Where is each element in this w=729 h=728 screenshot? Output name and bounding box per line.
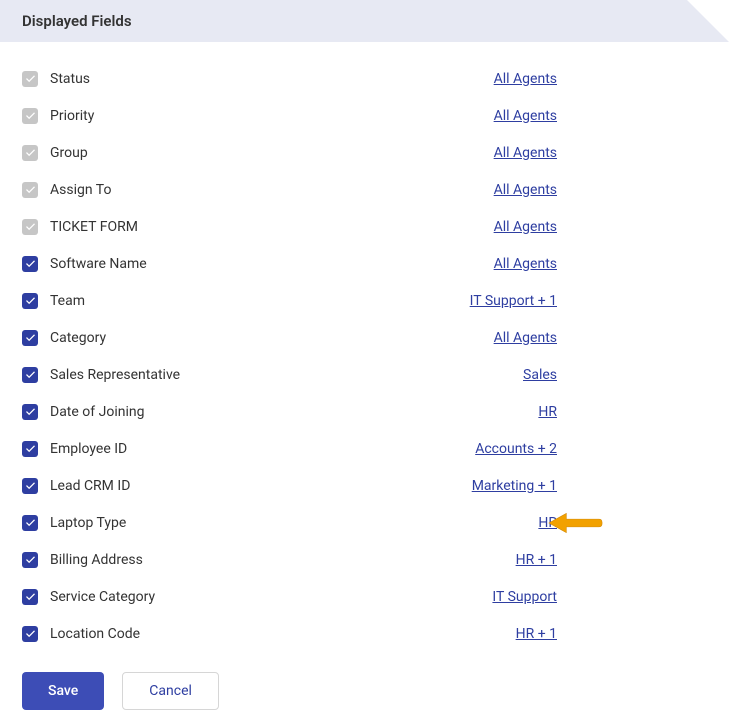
scope-link[interactable]: All Agents xyxy=(494,256,557,272)
field-checkbox xyxy=(22,145,38,161)
field-checkbox[interactable] xyxy=(22,515,38,531)
field-row: Billing Address HR + 1 xyxy=(22,541,707,578)
field-scope: HR + 1 xyxy=(516,552,707,568)
field-row: Software Name All Agents xyxy=(22,245,707,282)
scope-link[interactable]: All Agents xyxy=(494,182,557,198)
scope-link[interactable]: All Agents xyxy=(494,145,557,161)
scope-link[interactable]: All Agents xyxy=(494,330,557,346)
section-title: Displayed Fields xyxy=(22,12,132,30)
field-scope: All Agents xyxy=(494,219,707,235)
field-label: Team xyxy=(50,293,370,309)
field-scope: HR xyxy=(538,404,707,420)
field-scope: All Agents xyxy=(494,182,707,198)
field-checkbox[interactable] xyxy=(22,552,38,568)
save-button[interactable]: Save xyxy=(22,672,104,710)
scope-link[interactable]: HR xyxy=(538,515,557,531)
field-scope: Marketing + 1 xyxy=(472,478,707,494)
field-checkbox[interactable] xyxy=(22,367,38,383)
field-scope: All Agents xyxy=(494,108,707,124)
scope-link[interactable]: HR xyxy=(538,404,557,420)
field-label: Group xyxy=(50,145,370,161)
field-checkbox[interactable] xyxy=(22,589,38,605)
field-scope: Accounts + 2 xyxy=(475,441,707,457)
field-scope: All Agents xyxy=(494,71,707,87)
action-bar: Save Cancel xyxy=(0,662,729,728)
field-scope: HR + 1 xyxy=(516,626,707,642)
field-checkbox xyxy=(22,108,38,124)
field-row: Category All Agents xyxy=(22,319,707,356)
field-row: Sales Representative Sales xyxy=(22,356,707,393)
field-checkbox[interactable] xyxy=(22,293,38,309)
field-row: Status All Agents xyxy=(22,60,707,97)
section-header: Displayed Fields xyxy=(0,0,729,42)
field-label: Service Category xyxy=(50,589,370,605)
field-label: Category xyxy=(50,330,370,346)
fields-list: Status All Agents Priority All Agents Group A… xyxy=(0,42,729,662)
scope-link[interactable]: IT Support xyxy=(492,589,557,605)
field-row: Priority All Agents xyxy=(22,97,707,134)
scope-link[interactable]: All Agents xyxy=(494,219,557,235)
scope-link[interactable]: IT Support + 1 xyxy=(470,293,557,309)
field-label: Employee ID xyxy=(50,441,370,457)
field-label: Assign To xyxy=(50,182,370,198)
field-scope: Sales xyxy=(523,367,707,383)
scope-link[interactable]: Sales xyxy=(523,367,557,383)
field-scope: All Agents xyxy=(494,330,707,346)
field-checkbox[interactable] xyxy=(22,404,38,420)
field-row: Laptop Type HR xyxy=(22,504,707,541)
field-row: TICKET FORM All Agents xyxy=(22,208,707,245)
field-checkbox xyxy=(22,182,38,198)
field-row: Assign To All Agents xyxy=(22,171,707,208)
field-scope: IT Support + 1 xyxy=(470,293,707,309)
field-checkbox[interactable] xyxy=(22,330,38,346)
field-scope: All Agents xyxy=(494,145,707,161)
scope-link[interactable]: Accounts + 2 xyxy=(475,441,557,457)
field-checkbox[interactable] xyxy=(22,441,38,457)
field-checkbox[interactable] xyxy=(22,478,38,494)
field-label: Location Code xyxy=(50,626,370,642)
field-scope: All Agents xyxy=(494,256,707,272)
cancel-button[interactable]: Cancel xyxy=(122,672,219,710)
field-label: Billing Address xyxy=(50,552,370,568)
field-label: Priority xyxy=(50,108,370,124)
scope-link[interactable]: HR + 1 xyxy=(516,552,557,568)
field-label: Lead CRM ID xyxy=(50,478,370,494)
scope-link[interactable]: HR + 1 xyxy=(516,626,557,642)
field-scope: HR xyxy=(538,515,707,531)
field-label: Laptop Type xyxy=(50,515,370,531)
field-checkbox[interactable] xyxy=(22,256,38,272)
field-row: Date of Joining HR xyxy=(22,393,707,430)
field-label: Sales Representative xyxy=(50,367,370,383)
field-label: Status xyxy=(50,71,370,87)
field-label: Software Name xyxy=(50,256,370,272)
field-row: Team IT Support + 1 xyxy=(22,282,707,319)
field-checkbox xyxy=(22,219,38,235)
field-row: Employee ID Accounts + 2 xyxy=(22,430,707,467)
field-row: Location Code HR + 1 xyxy=(22,615,707,652)
field-row: Service Category IT Support xyxy=(22,578,707,615)
field-row: Lead CRM ID Marketing + 1 xyxy=(22,467,707,504)
field-label: Date of Joining xyxy=(50,404,370,420)
scope-link[interactable]: All Agents xyxy=(494,71,557,87)
field-label: TICKET FORM xyxy=(50,219,370,235)
scope-link[interactable]: All Agents xyxy=(494,108,557,124)
field-scope: IT Support xyxy=(492,589,707,605)
field-checkbox[interactable] xyxy=(22,626,38,642)
field-row: Group All Agents xyxy=(22,134,707,171)
field-checkbox xyxy=(22,71,38,87)
scope-link[interactable]: Marketing + 1 xyxy=(472,478,557,494)
